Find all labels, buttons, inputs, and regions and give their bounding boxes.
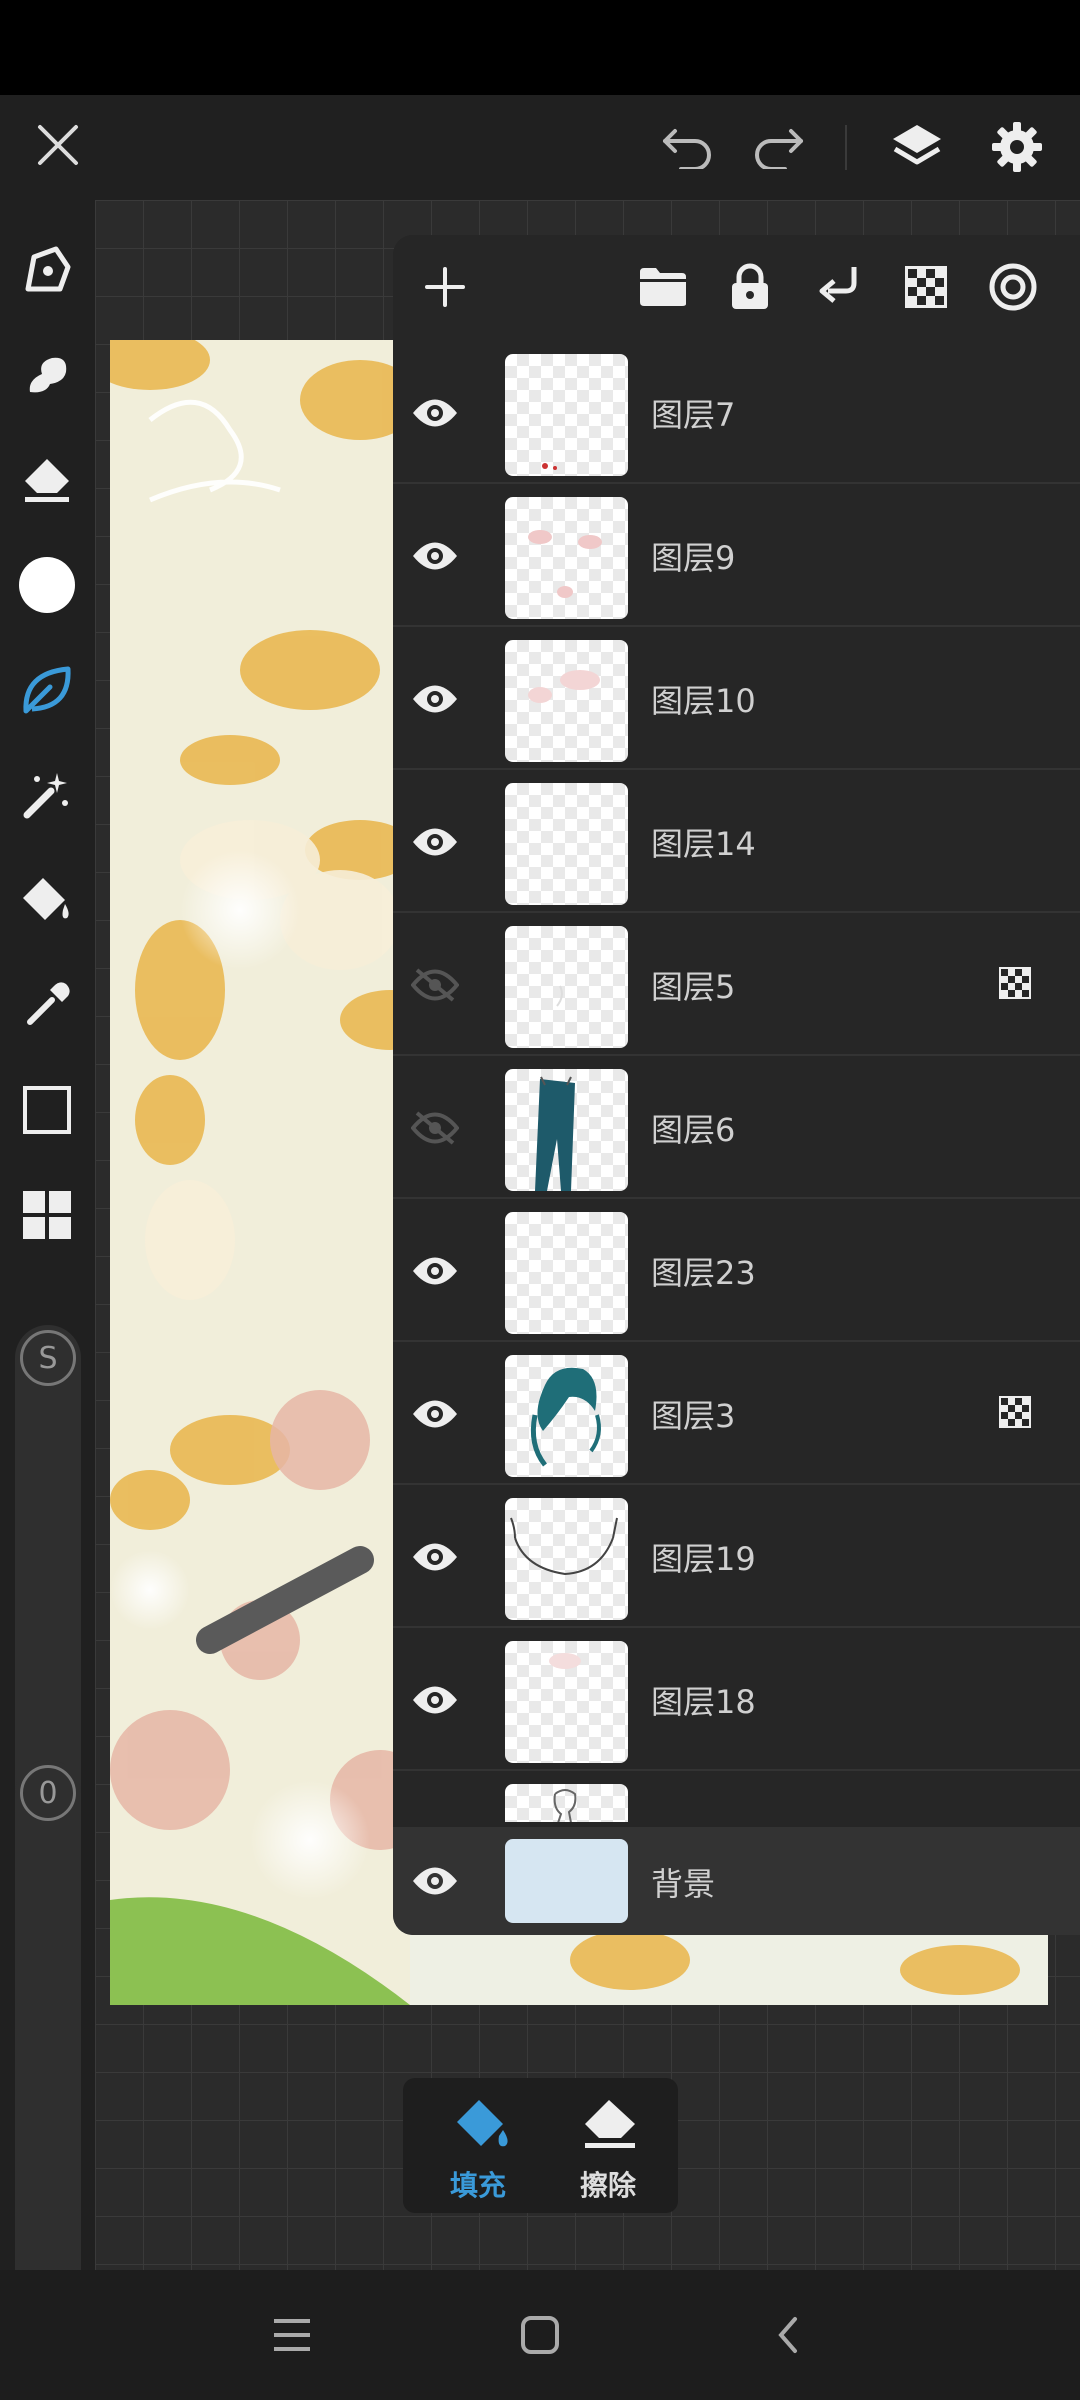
opacity-knob-label: 0 [38, 1775, 58, 1811]
redo-icon[interactable] [748, 117, 808, 177]
layer-name: 图层10 [651, 682, 756, 720]
liquify-icon[interactable] [17, 660, 77, 720]
eye-icon[interactable] [405, 1813, 465, 1822]
system-navbar [0, 2270, 1080, 2400]
layer-name: 图层14 [651, 825, 756, 863]
layer-thumbnail[interactable] [505, 1355, 628, 1477]
layer-thumbnail[interactable] [505, 1784, 628, 1822]
magic-wand-icon[interactable] [17, 765, 77, 825]
eye-icon[interactable] [405, 1384, 465, 1444]
layer-name: 图层5 [651, 968, 736, 1006]
undo-icon[interactable] [658, 117, 718, 177]
layer-name: 图层19 [651, 1540, 756, 1578]
fill-label: 填充 [449, 2169, 506, 2202]
eye-icon[interactable] [405, 383, 465, 443]
left-toolbar: S 0 [0, 200, 95, 2340]
merge-down-icon[interactable] [808, 257, 868, 317]
menu-icon[interactable] [262, 2305, 322, 2365]
eraser-icon[interactable] [17, 450, 77, 510]
alpha-lock-indicator-icon [998, 1395, 1032, 1433]
layers-panel-toolbar [393, 235, 1080, 340]
background-color-swatch[interactable] [505, 1839, 628, 1923]
top-toolbar [0, 95, 1080, 200]
layer-thumbnail[interactable] [505, 1641, 628, 1763]
fill-erase-popup: 填充 擦除 [403, 2078, 678, 2213]
fill-bucket-icon[interactable] [17, 870, 77, 930]
add-icon[interactable] [415, 257, 475, 317]
layers-list[interactable]: 图层7 图层9 图层10 图层14 图层5 图层6 图层23 图层3 图层19 图层18 图层1 [393, 342, 1080, 1822]
layer-row[interactable]: 图层14 [393, 771, 1080, 913]
layer-row[interactable]: 图层1 [393, 1772, 1080, 1822]
alpha-lock-icon[interactable] [896, 257, 956, 317]
layer-name: 图层7 [651, 396, 736, 434]
pen-icon[interactable] [17, 240, 77, 300]
select-rect-icon[interactable] [17, 1080, 77, 1140]
layer-thumbnail[interactable] [505, 783, 628, 905]
eye-icon[interactable] [405, 669, 465, 729]
folder-icon[interactable] [633, 257, 693, 317]
smudge-icon[interactable] [17, 345, 77, 405]
eye-off-icon[interactable] [405, 955, 465, 1015]
divider [845, 125, 847, 170]
erase-label: 擦除 [579, 2169, 636, 2202]
eye-icon[interactable] [405, 1851, 465, 1911]
eye-icon[interactable] [405, 526, 465, 586]
settings-icon[interactable] [985, 115, 1049, 179]
gallery-icon[interactable] [17, 1185, 77, 1245]
back-icon[interactable] [758, 2305, 818, 2365]
close-icon[interactable] [28, 115, 88, 175]
eye-icon[interactable] [405, 1670, 465, 1730]
reference-icon[interactable] [983, 257, 1043, 317]
layer-name: 图层1 [651, 1820, 735, 1822]
layer-thumbnail[interactable] [505, 354, 628, 476]
opacity-slider[interactable]: 0 [15, 1760, 81, 2340]
layer-name: 图层6 [651, 1111, 736, 1149]
fill-button[interactable]: 填充 [413, 2078, 543, 2213]
layer-thumbnail[interactable] [505, 1069, 628, 1191]
status-bar [0, 0, 1080, 95]
fill-bucket-icon [457, 2100, 508, 2147]
layer-thumbnail[interactable] [505, 497, 628, 619]
layer-name: 图层18 [651, 1683, 756, 1721]
layer-row[interactable]: 图层3 [393, 1343, 1080, 1485]
layers-icon[interactable] [885, 115, 949, 179]
opacity-knob[interactable]: 0 [20, 1765, 76, 1821]
layer-thumbnail[interactable] [505, 1498, 628, 1620]
background-layer-row[interactable]: 背景 [393, 1827, 1080, 1935]
layer-row[interactable]: 图层9 [393, 485, 1080, 627]
layer-row[interactable]: 图层23 [393, 1200, 1080, 1342]
layer-thumbnail[interactable] [505, 1212, 628, 1334]
eye-off-icon[interactable] [405, 1098, 465, 1158]
layer-row[interactable]: 图层5 [393, 914, 1080, 1056]
layers-panel: 图层7 图层9 图层10 图层14 图层5 图层6 图层23 图层3 图层19 图层18 图层1 背… [393, 235, 1080, 1935]
eye-icon[interactable] [405, 1527, 465, 1587]
layer-name: 图层3 [651, 1397, 736, 1435]
lock-icon[interactable] [720, 257, 780, 317]
layer-thumbnail[interactable] [505, 926, 628, 1048]
layer-row[interactable]: 图层10 [393, 628, 1080, 770]
eye-icon[interactable] [405, 812, 465, 872]
home-icon[interactable] [510, 2305, 570, 2365]
background-layer-name: 背景 [651, 1865, 716, 1903]
brush-size-knob[interactable]: S [20, 1330, 76, 1386]
layer-row[interactable]: 图层7 [393, 342, 1080, 484]
color-swatch[interactable] [17, 555, 77, 615]
eyedropper-icon[interactable] [17, 975, 77, 1035]
layer-name: 图层23 [651, 1254, 756, 1292]
layer-row[interactable]: 图层18 [393, 1629, 1080, 1771]
size-knob-label: S [38, 1340, 58, 1376]
layer-thumbnail[interactable] [505, 640, 628, 762]
layer-row[interactable]: 图层6 [393, 1057, 1080, 1199]
layer-row[interactable]: 图层19 [393, 1486, 1080, 1628]
eraser-icon [585, 2100, 635, 2148]
erase-button[interactable]: 擦除 [543, 2078, 673, 2213]
eye-icon[interactable] [405, 1241, 465, 1301]
layer-name: 图层9 [651, 539, 736, 577]
alpha-lock-indicator-icon [998, 966, 1032, 1004]
